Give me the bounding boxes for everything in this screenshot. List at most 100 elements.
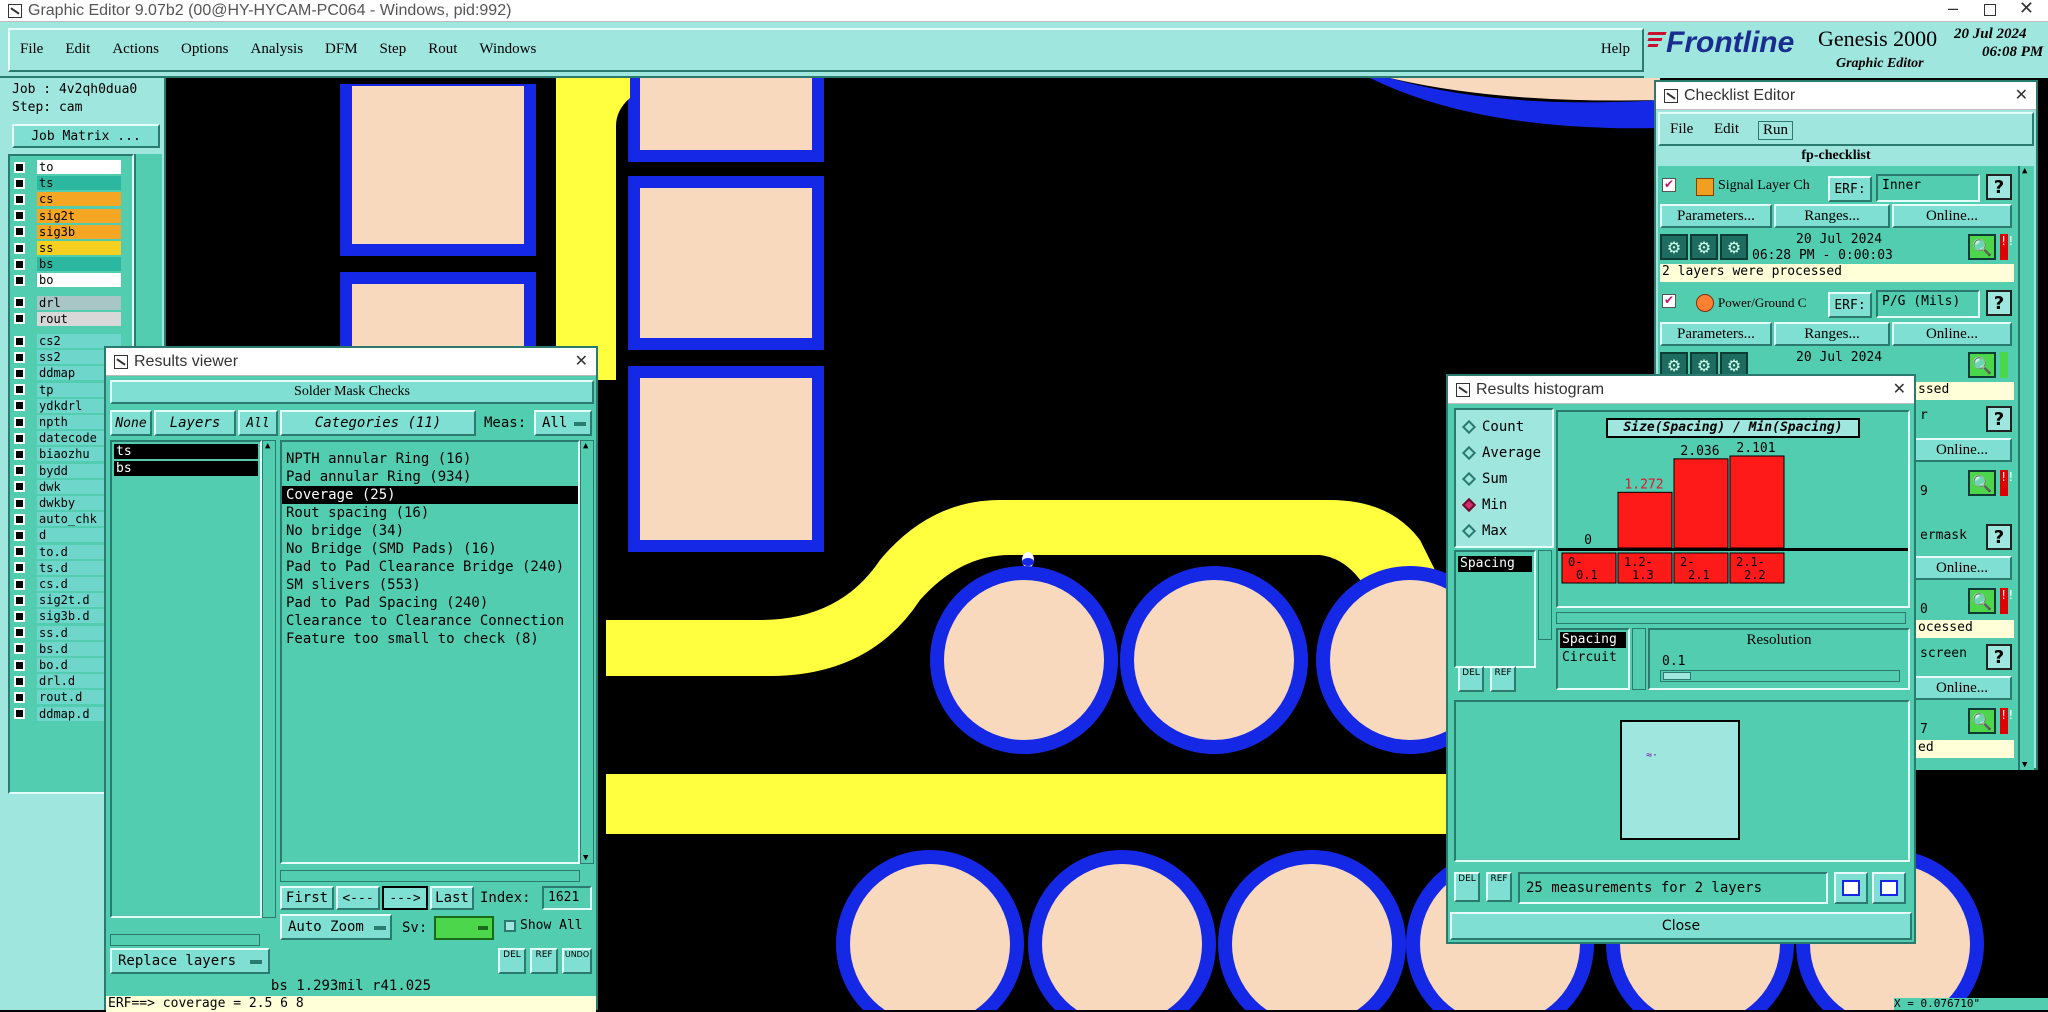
layer-checkbox[interactable] [14,242,25,254]
cl-item-5-help-button[interactable]: ? [1986,644,2012,670]
layer-checkbox[interactable] [14,193,25,205]
rv-category-item[interactable]: NPTH annular Ring (16) [282,450,578,468]
menu-dfm[interactable]: DFM [325,41,358,58]
layer-name[interactable]: to [37,160,121,174]
hist-option-sum[interactable]: Sum [1456,466,1552,492]
menu-windows[interactable]: Windows [479,41,536,58]
cl-item-5-online[interactable]: Online... [1912,676,2012,700]
rv-category-item[interactable]: Rout spacing (16) [282,504,578,522]
cl-item-2-help-button[interactable]: ? [1986,290,2012,316]
hist-source-circuit[interactable]: Circuit [1560,650,1626,666]
menu-help[interactable]: Help [1601,41,1630,58]
zoom-icon[interactable]: 🔍 [1968,588,1996,614]
layer-row[interactable]: drl [14,295,121,310]
layer-checkbox[interactable] [14,274,25,286]
layer-row[interactable]: rout [14,311,121,326]
hist-ref-button[interactable]: REF [1490,666,1516,692]
hist-del-button[interactable]: DEL [1458,666,1484,692]
layer-row[interactable]: ss [14,241,121,255]
rv-meas-select[interactable]: All [534,410,592,436]
cl-item-2-ranges[interactable]: Ranges... [1774,322,1890,346]
layer-checkbox[interactable] [14,562,25,574]
maximize-icon[interactable] [1984,4,1996,16]
layer-checkbox[interactable] [14,675,25,687]
layer-checkbox[interactable] [14,594,25,606]
cl-item-1-params[interactable]: Parameters... [1660,204,1772,228]
hist-bar[interactable] [1617,491,1673,549]
rv-replace-layers[interactable]: Replace layers [110,948,270,974]
cl-item-1-erf-input[interactable]: Inner [1876,174,1980,202]
layer-checkbox[interactable] [14,367,25,379]
hist-list[interactable]: Spacing [1454,550,1536,668]
layer-checkbox[interactable] [14,465,25,477]
cl-item-2-params[interactable]: Parameters... [1660,322,1772,346]
rv-next-button[interactable]: ---> [382,886,428,910]
layer-row[interactable]: bo [14,273,121,288]
hist-source-list[interactable]: Spacing Circuit [1556,628,1630,690]
hist-option-average[interactable]: Average [1456,440,1552,466]
hist-source-scrollbar[interactable] [1632,628,1646,690]
hist-source-spacing[interactable]: Spacing [1560,632,1626,648]
hist-close-icon[interactable]: ✕ [1893,379,1906,399]
layer-row[interactable]: cs [14,192,121,207]
cl-close-icon[interactable]: ✕ [2015,85,2028,105]
zoom-icon[interactable]: 🔍 [1968,470,1996,496]
layer-checkbox[interactable] [14,335,25,347]
zoom-icon[interactable]: 🔍 [1968,234,1996,260]
rv-index-input[interactable]: 1621 [542,886,592,910]
menu-file[interactable]: File [20,41,43,58]
rv-category-item[interactable]: Pad to Pad Clearance Bridge (240) [282,558,578,576]
cl-item-3-online[interactable]: Online... [1912,438,2012,462]
menu-actions[interactable]: Actions [112,41,159,58]
run-selected-icon[interactable]: ⚙ [1690,234,1718,260]
layer-checkbox[interactable] [14,513,25,525]
hist-bar[interactable] [1673,458,1729,549]
menu-analysis[interactable]: Analysis [251,41,304,58]
rv-category-item[interactable]: Feature too small to check (8) [282,630,578,648]
layer-checkbox[interactable] [14,529,25,541]
layer-checkbox[interactable] [14,627,25,639]
hist-bar[interactable] [1729,455,1785,549]
hist-list-scrollbar[interactable] [1538,550,1552,640]
rv-category-item[interactable]: No bridge (34) [282,522,578,540]
layer-checkbox[interactable] [14,546,25,558]
cl-menu-file[interactable]: File [1670,121,1693,138]
cl-item-1-checkbox[interactable]: ✔ [1662,178,1676,192]
rv-undo-button[interactable]: UNDO [562,948,592,974]
rv-layers-button[interactable]: Layers [154,410,236,436]
hist-ref2-button[interactable]: REF [1486,872,1512,902]
hist-resolution-thumb[interactable] [1663,672,1691,680]
hist-preview-box[interactable]: ≈· [1620,720,1740,840]
layer-name[interactable]: ts [37,176,121,191]
layer-checkbox[interactable] [14,708,25,720]
hist-list-item[interactable]: Spacing [1458,556,1532,572]
rv-layer-scrollbar[interactable]: ▲ [262,440,276,918]
rv-del-button[interactable]: DEL [498,948,526,974]
rv-sv-color[interactable] [434,916,494,940]
rv-prev-button[interactable]: <--- [336,886,380,910]
layer-name[interactable]: bo [37,273,121,288]
rv-category-list[interactable]: NPTH annular Ring (16) Pad annular Ring (… [280,440,580,864]
hist-export-button[interactable] [1834,872,1868,904]
layer-checkbox[interactable] [14,400,25,412]
layer-checkbox[interactable] [14,497,25,509]
hist-chart[interactable]: 00-0.1 1.272 1.2-1.3 2.036 2-2.1 2.101 2.1-2.2 [1558,412,1908,606]
layer-name[interactable]: cs [37,192,121,207]
layer-checkbox[interactable] [14,691,25,703]
rv-none-button[interactable]: None [110,410,152,436]
layer-checkbox[interactable] [14,578,25,590]
rv-categories-button[interactable]: Categories (11) [280,410,476,436]
rv-close-icon[interactable]: ✕ [575,351,588,371]
layer-checkbox[interactable] [14,432,25,444]
rv-show-all-checkbox[interactable] [504,920,516,932]
layer-name[interactable]: sig3b [37,224,121,239]
layer-checkbox[interactable] [14,351,25,363]
rv-category-item[interactable]: Pad to Pad Spacing (240) [282,594,578,612]
hist-option-min[interactable]: Min [1456,492,1552,518]
rv-ref-button[interactable]: REF [530,948,558,974]
layer-name[interactable]: rout [37,311,121,326]
rv-first-button[interactable]: First [280,886,334,910]
minimize-icon[interactable]: – [1948,0,1958,19]
layer-checkbox[interactable] [14,226,25,238]
hist-option-count[interactable]: Count [1456,414,1552,440]
